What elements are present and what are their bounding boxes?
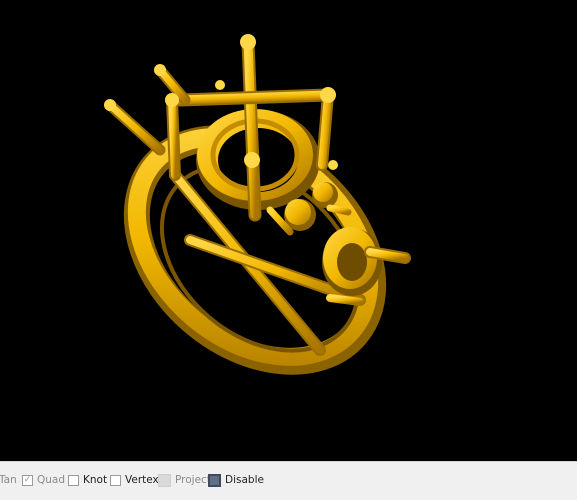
checkbox-focused-icon[interactable] xyxy=(208,473,221,487)
app-window: Tan ✓ Quad Knot Vertex Project Disable xyxy=(0,0,577,500)
checkbox-icon[interactable] xyxy=(110,474,121,486)
snap-label: Vertex xyxy=(125,474,159,486)
snap-project[interactable]: Project xyxy=(158,472,211,488)
snap-knot[interactable]: Knot xyxy=(68,472,107,488)
snap-label: Tan xyxy=(0,474,17,486)
ring-model xyxy=(104,34,411,375)
3d-viewport[interactable] xyxy=(0,0,577,461)
snap-quad[interactable]: ✓ Quad xyxy=(22,472,65,488)
checkbox-icon[interactable] xyxy=(68,474,79,486)
snap-status-bar: Tan ✓ Quad Knot Vertex Project Disable xyxy=(0,461,577,500)
snap-label: Project xyxy=(175,474,211,486)
checkbox-disabled-icon[interactable] xyxy=(158,473,171,487)
snap-vertex[interactable]: Vertex xyxy=(110,472,159,488)
snap-label: Quad xyxy=(37,474,66,486)
checkbox-checked-icon[interactable]: ✓ xyxy=(22,474,33,486)
snap-label: Knot xyxy=(83,474,108,486)
snap-label: Disable xyxy=(225,474,264,486)
snap-tan[interactable]: Tan xyxy=(0,472,17,488)
snap-disable[interactable]: Disable xyxy=(208,472,264,488)
